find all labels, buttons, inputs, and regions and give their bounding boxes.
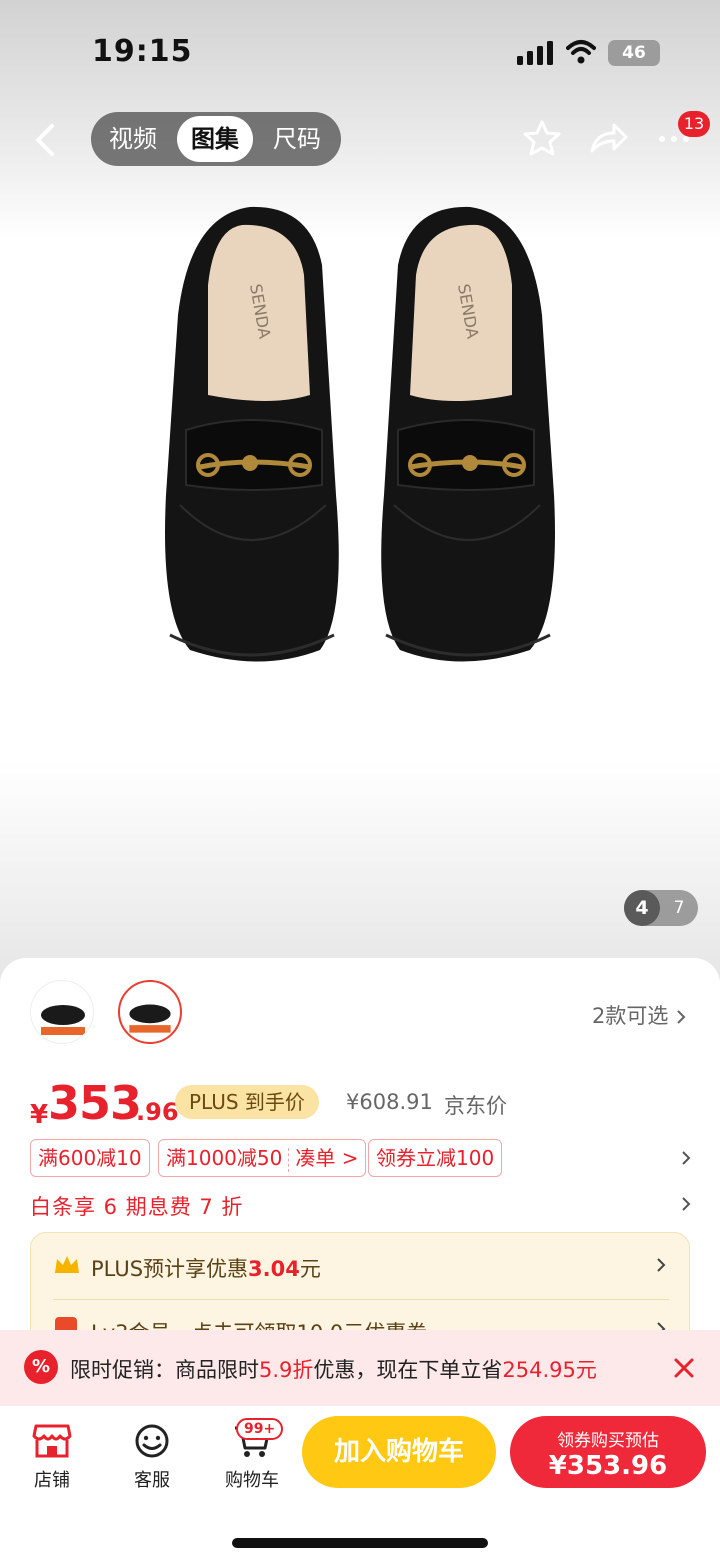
status-time: 19:15	[92, 34, 193, 69]
price-integer: 353	[48, 1076, 142, 1130]
coupon-label: 满1000减50	[166, 1146, 283, 1170]
coupon-tag-with-addon[interactable]: 满1000减50 凑单 >	[158, 1139, 367, 1177]
gallery-current-page: 4	[624, 890, 660, 926]
bottom-action-bar: 店铺 客服 购物车 99+ 加入购物车 领券购买预估 ¥353.96	[0, 1406, 720, 1560]
cart-button[interactable]: 购物车 99+	[212, 1418, 292, 1498]
promo-saving: 254.95元	[502, 1358, 597, 1382]
buy-button-caption: 领券购买预估	[557, 1431, 659, 1451]
wifi-icon	[566, 40, 596, 64]
price-decimal: .96	[136, 1098, 179, 1126]
price-row: ¥ 353 .96 PLUS 到手价 ¥608.91 京东价	[30, 1076, 710, 1136]
coupon-tag[interactable]: 满600减10	[30, 1139, 150, 1177]
promo-middle: 优惠，现在下单立省	[313, 1358, 503, 1382]
customer-service-label: 客服	[134, 1470, 170, 1491]
buy-button-price: ¥353.96	[548, 1451, 668, 1481]
chevron-right-icon[interactable]	[678, 1150, 694, 1166]
tab-gallery[interactable]: 图集	[177, 116, 253, 162]
status-bar: 19:15 46	[0, 0, 720, 100]
promo-discount: 5.9折	[259, 1358, 314, 1382]
divider	[53, 1299, 669, 1300]
plus-benefit-prefix: PLUS预计享优惠	[91, 1257, 249, 1281]
battery-indicator: 46	[608, 40, 660, 66]
addon-link[interactable]: 凑单 >	[295, 1146, 358, 1170]
discount-percent-icon: %	[24, 1350, 58, 1384]
buy-now-button[interactable]: 领券购买预估 ¥353.96	[510, 1416, 706, 1488]
cart-label: 购物车	[225, 1470, 279, 1491]
share-icon[interactable]	[586, 117, 630, 161]
tab-video[interactable]: 视频	[95, 116, 171, 162]
cart-count-badge: 99+	[236, 1418, 284, 1440]
shop-icon	[32, 1424, 72, 1458]
media-tabs: 视频 图集 尺码	[91, 112, 341, 166]
promo-text: 限时促销：商品限时5.9折优惠，现在下单立省254.95元	[70, 1354, 597, 1384]
crown-icon	[55, 1256, 79, 1273]
promo-banner[interactable]: % 限时促销：商品限时5.9折优惠，现在下单立省254.95元	[0, 1330, 720, 1406]
variant-shoe-image	[41, 1005, 85, 1035]
close-icon[interactable]	[672, 1356, 696, 1380]
variant-thumbnail-2[interactable]	[118, 980, 182, 1044]
back-icon[interactable]	[26, 118, 70, 162]
product-image-loafers[interactable]: SENDA SENDA	[150, 195, 570, 685]
variants-count-link[interactable]: 2款可选	[592, 1000, 687, 1030]
plus-price-tag: PLUS 到手价	[175, 1085, 319, 1119]
customer-service-icon	[135, 1424, 169, 1458]
notification-badge: 13	[678, 111, 710, 137]
tab-size[interactable]: 尺码	[259, 116, 335, 162]
jd-price: ¥608.91	[346, 1090, 433, 1114]
customer-service-button[interactable]: 客服	[112, 1418, 192, 1498]
shop-label: 店铺	[34, 1470, 70, 1491]
gallery-page-indicator: 4 7	[624, 890, 698, 926]
installment-offer[interactable]: 白条享 6 期息费 7 折	[30, 1191, 243, 1221]
plus-benefit-amount: 3.04	[248, 1257, 300, 1281]
shop-button[interactable]: 店铺	[12, 1418, 92, 1498]
favorite-star-icon[interactable]	[520, 117, 564, 161]
chevron-right-icon[interactable]	[653, 1257, 669, 1273]
add-to-cart-button[interactable]: 加入购物车	[302, 1416, 496, 1488]
coupon-tag[interactable]: 领券立减100	[368, 1139, 503, 1177]
gallery-total-pages: 7	[673, 898, 685, 918]
chevron-right-icon[interactable]	[678, 1196, 694, 1212]
variant-thumbnail-1[interactable]	[30, 980, 94, 1044]
plus-benefit-suffix: 元	[299, 1257, 321, 1281]
home-indicator[interactable]	[232, 1538, 488, 1548]
promo-prefix: 限时促销：商品限时	[70, 1358, 259, 1382]
price-currency: ¥	[30, 1100, 49, 1130]
variants-count-label: 2款可选	[592, 1004, 669, 1028]
chevron-right-icon	[677, 1010, 686, 1024]
product-gallery[interactable]: 19:15 46 视频 图集 尺码 13 SENDA SENDA 4 7	[0, 0, 720, 980]
plus-benefit-text: PLUS预计享优惠3.04元	[91, 1253, 321, 1283]
coupon-divider	[288, 1147, 290, 1172]
variant-shoe-image	[129, 1004, 171, 1033]
signal-icon	[517, 41, 553, 65]
jd-price-label: 京东价	[444, 1094, 507, 1118]
